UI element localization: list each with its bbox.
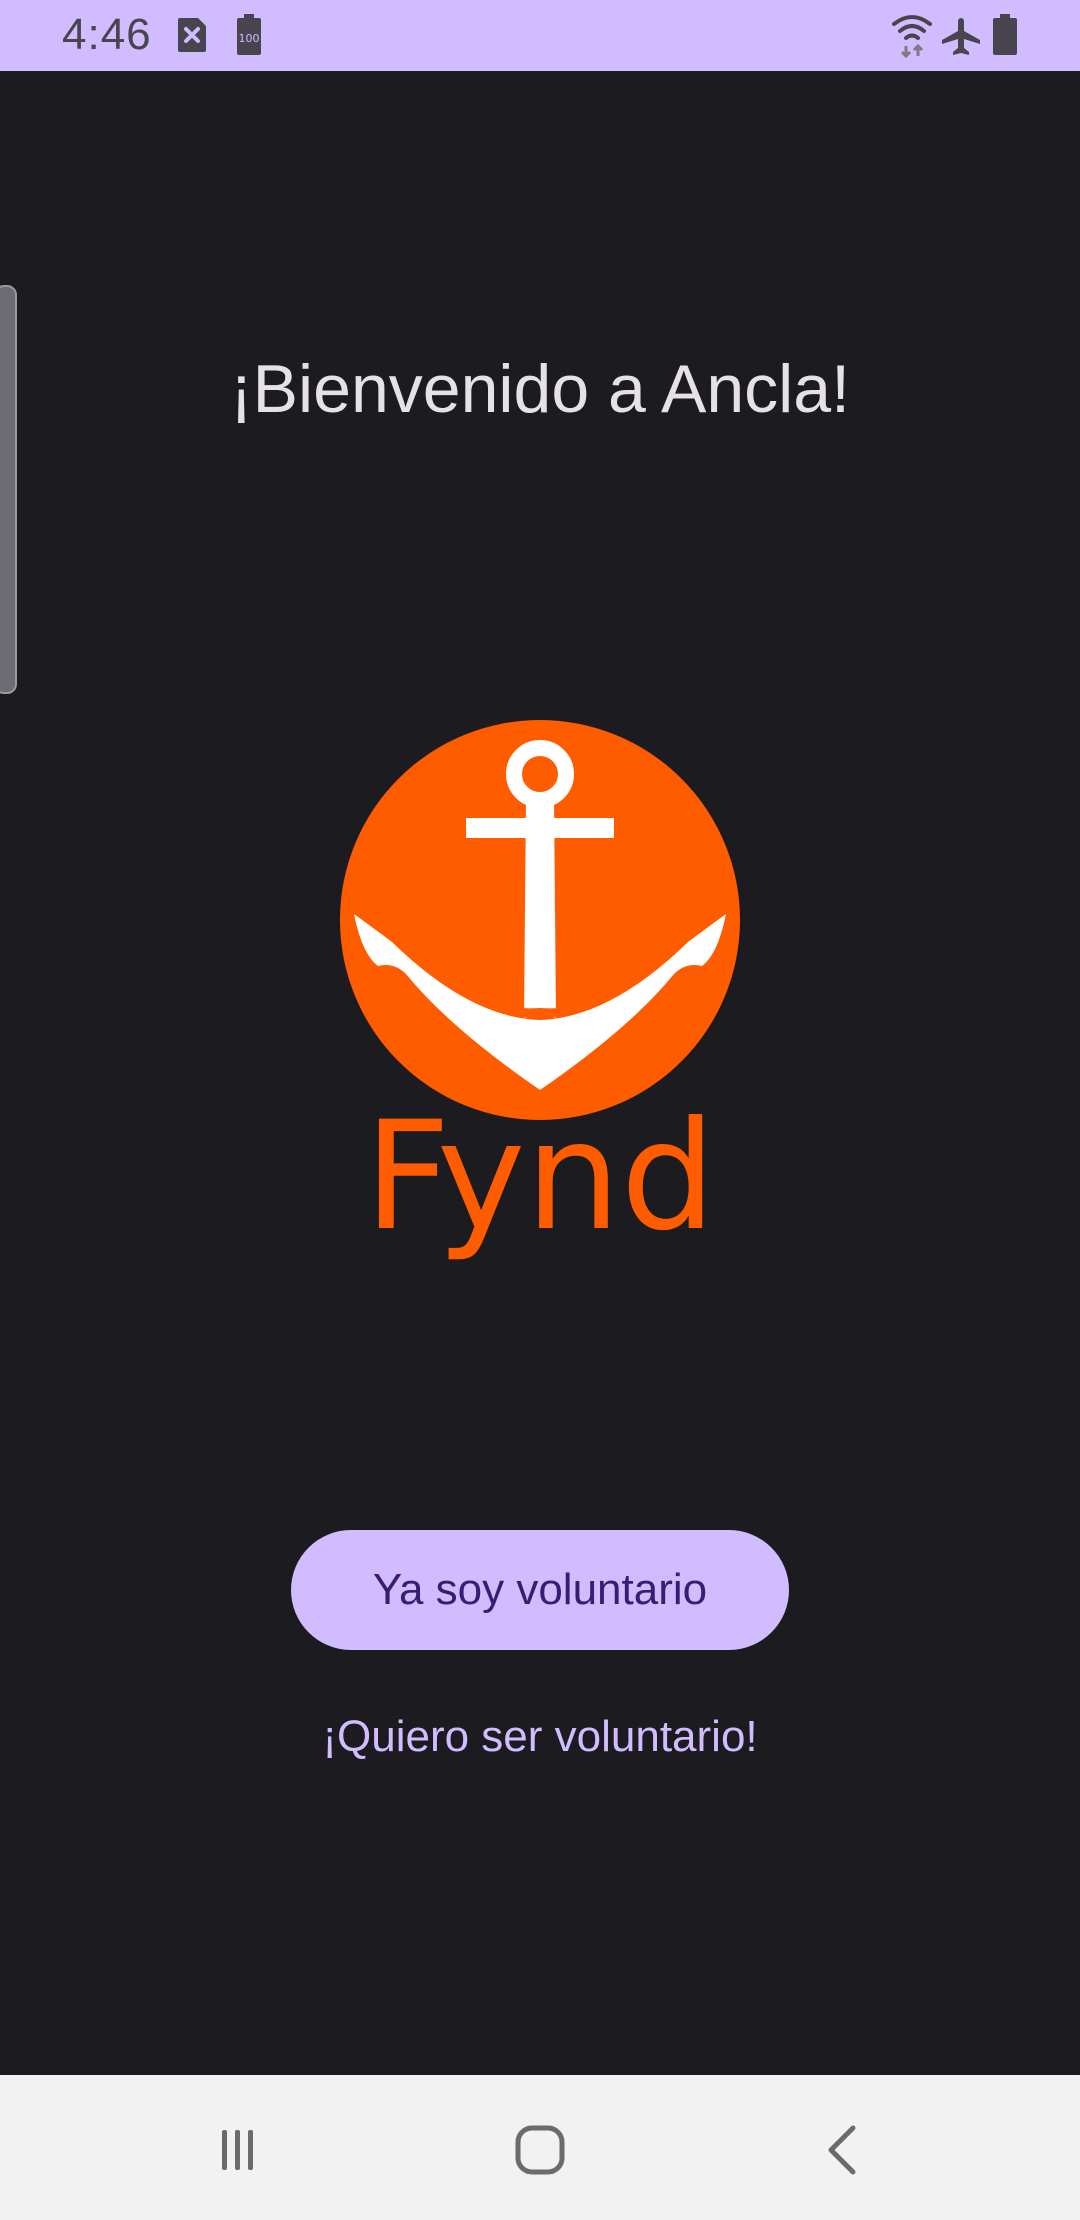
back-icon [828, 2125, 856, 2175]
become-volunteer-button[interactable]: ¡Quiero ser voluntario! [240, 1700, 840, 1774]
sim-error-icon [176, 16, 208, 59]
airplane-mode-icon [940, 16, 982, 61]
recent-apps-icon [222, 2130, 253, 2170]
battery-icon [992, 14, 1018, 61]
already-volunteer-button[interactable]: Ya soy voluntario [291, 1530, 789, 1650]
wifi-icon [892, 14, 932, 63]
status-bar: 4:46 100 [0, 0, 1080, 71]
status-time: 4:46 [62, 10, 152, 59]
navigation-bar [0, 2075, 1080, 2220]
back-button[interactable] [788, 2105, 898, 2195]
app-screen: 4:46 100 ¡Bienvenido a Ancla! Fynd Ya so… [0, 0, 1080, 2220]
fynd-logo: Fynd [330, 718, 750, 1278]
already-volunteer-label: Ya soy voluntario [372, 1565, 708, 1614]
home-icon [515, 2125, 565, 2175]
logo-text: Fynd [364, 1090, 716, 1264]
edge-panel-handle[interactable] [0, 285, 17, 694]
become-volunteer-label: ¡Quiero ser voluntario! [322, 1712, 758, 1761]
svg-text:100: 100 [239, 32, 260, 45]
welcome-title: ¡Bienvenido a Ancla! [230, 351, 850, 427]
battery-100-icon: 100 [236, 14, 262, 61]
recent-apps-button[interactable] [182, 2105, 292, 2195]
home-button[interactable] [485, 2105, 595, 2195]
